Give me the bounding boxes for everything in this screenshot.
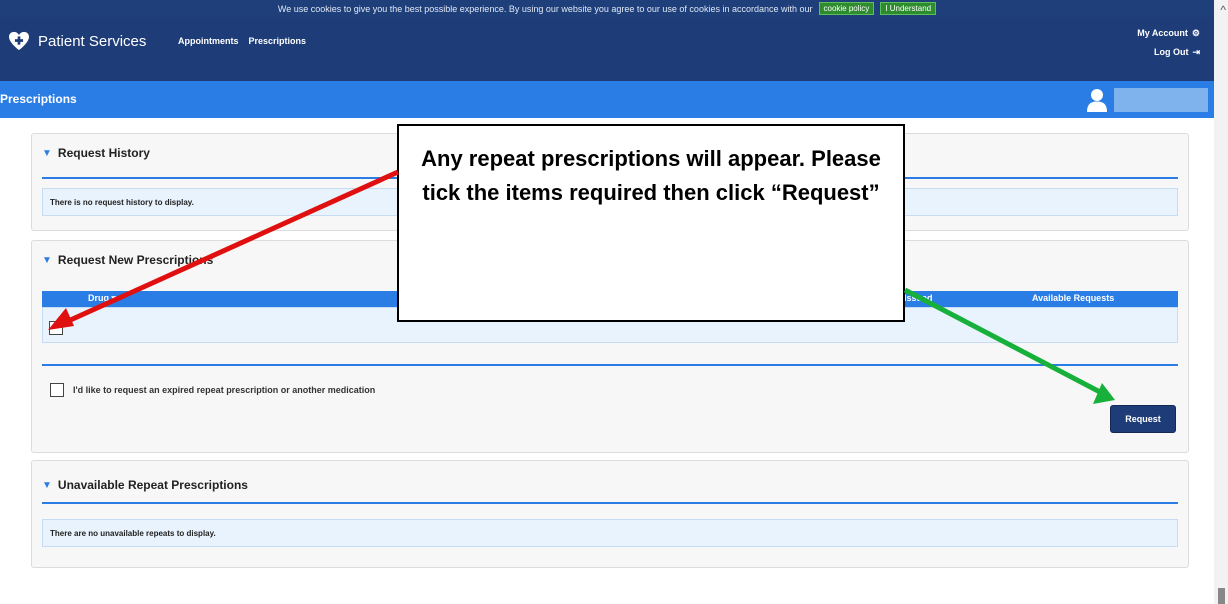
column-drug-label: Drug xyxy=(88,293,109,303)
instruction-callout: Any repeat prescriptions will appear. Pl… xyxy=(397,124,905,322)
expired-request-option: I'd like to request an expired repeat pr… xyxy=(50,383,375,397)
column-available-requests[interactable]: Available Requests xyxy=(1032,293,1114,303)
top-navigation-bar: Patient Services Appointments Prescripti… xyxy=(0,17,1214,81)
user-icon xyxy=(1087,89,1107,112)
divider xyxy=(42,502,1178,504)
unavailable-panel: ▼ Unavailable Repeat Prescriptions There… xyxy=(31,460,1189,568)
column-issued[interactable]: Issued xyxy=(904,293,933,303)
expired-request-checkbox[interactable] xyxy=(50,383,64,397)
sort-icon: ▾ xyxy=(111,293,117,303)
cookie-accept-button[interactable]: I Understand xyxy=(880,2,937,15)
request-new-title: Request New Prescriptions xyxy=(57,253,214,267)
nav-appointments[interactable]: Appointments xyxy=(178,36,239,46)
unavailable-title: Unavailable Repeat Prescriptions xyxy=(57,478,248,492)
scroll-thumb[interactable] xyxy=(1218,588,1225,604)
account-menu: My Account ⚙ Log Out ⇥ xyxy=(1137,24,1200,62)
unavailable-header[interactable]: ▼ Unavailable Repeat Prescriptions xyxy=(42,478,248,492)
my-account-label: My Account xyxy=(1137,28,1188,38)
page-title: Prescriptions xyxy=(0,92,77,106)
logout-icon: ⇥ xyxy=(1192,47,1200,57)
divider xyxy=(42,364,1178,366)
page-title-bar: Prescriptions xyxy=(0,81,1214,118)
vertical-scrollbar[interactable]: ^ xyxy=(1214,0,1228,604)
unavailable-empty: There are no unavailable repeats to disp… xyxy=(42,519,1178,547)
main-nav: Appointments Prescriptions xyxy=(178,36,306,46)
heart-plus-icon xyxy=(9,31,29,51)
prescription-checkbox[interactable] xyxy=(49,321,63,335)
chevron-down-icon: ▼ xyxy=(42,479,52,491)
request-history-header[interactable]: ▼ Request History xyxy=(42,146,150,160)
request-new-header[interactable]: ▼ Request New Prescriptions xyxy=(42,253,213,267)
app-name: Patient Services xyxy=(38,32,147,50)
cookie-banner: We use cookies to give you the best poss… xyxy=(0,0,1214,17)
chevron-down-icon: ▼ xyxy=(42,147,52,159)
cookie-message: We use cookies to give you the best poss… xyxy=(277,3,813,14)
user-name-box xyxy=(1114,88,1208,112)
log-out-label: Log Out xyxy=(1153,47,1189,57)
nav-prescriptions[interactable]: Prescriptions xyxy=(249,36,307,46)
scroll-up-icon[interactable]: ^ xyxy=(1220,3,1226,17)
request-history-title: Request History xyxy=(57,146,150,160)
column-drug[interactable]: Drug ▾ xyxy=(88,293,116,304)
cookie-policy-button[interactable]: cookie policy xyxy=(818,2,875,15)
chevron-down-icon: ▼ xyxy=(42,254,52,266)
my-account-link[interactable]: My Account ⚙ xyxy=(1137,24,1200,43)
log-out-link[interactable]: Log Out ⇥ xyxy=(1137,43,1200,62)
request-button[interactable]: Request xyxy=(1110,405,1176,433)
expired-request-label: I'd like to request an expired repeat pr… xyxy=(73,385,376,395)
gear-icon: ⚙ xyxy=(1191,28,1200,38)
app-logo[interactable]: Patient Services xyxy=(8,31,146,51)
